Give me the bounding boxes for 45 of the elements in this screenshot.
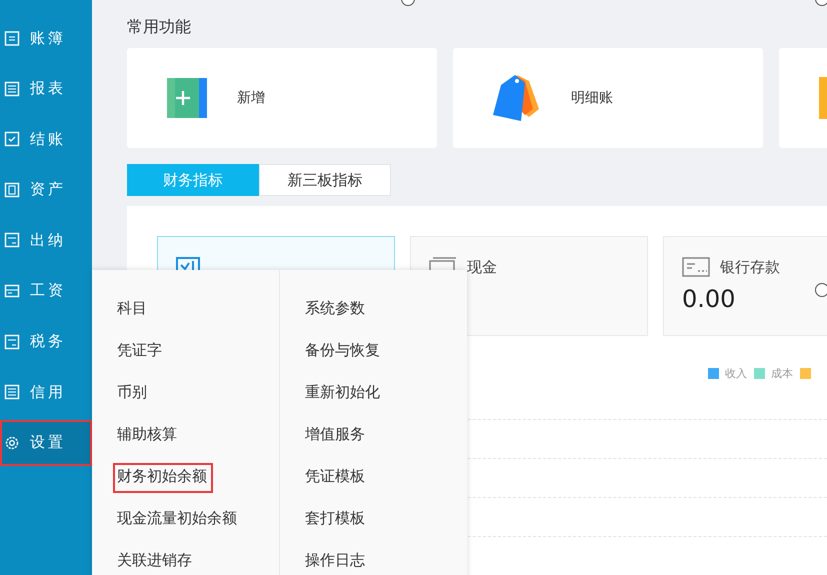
menu-item[interactable]: 重新初始化 <box>304 382 466 424</box>
add-icon <box>167 78 207 118</box>
sidebar-item[interactable]: 结账 <box>0 116 92 162</box>
document-icon <box>4 282 20 299</box>
menu-item[interactable]: 凭证模板 <box>304 466 466 508</box>
sidebar-item[interactable]: 税务 <box>0 318 92 365</box>
document-icon <box>4 384 20 400</box>
function-card[interactable]: 明细账 <box>453 48 763 148</box>
menu-item[interactable]: 套打模板 <box>304 508 466 550</box>
section-title: 常用功能 <box>127 17 191 38</box>
tags-icon <box>493 73 541 123</box>
sidebar-item[interactable]: 设置 <box>0 420 92 466</box>
legend-label: 收入 <box>725 366 747 381</box>
metric-title: 现金 <box>467 258 497 276</box>
document-icon <box>4 334 20 350</box>
menu-item[interactable]: 凭证字 <box>116 340 279 382</box>
sidebar-item[interactable]: 出纳 <box>0 217 92 264</box>
sidebar-item[interactable]: 工资 <box>0 268 92 314</box>
settings-icon <box>4 434 20 451</box>
metric-card[interactable]: 银行存款 0.00 <box>663 236 827 336</box>
document-icon <box>4 232 20 248</box>
metric-value: 0.00 <box>682 285 736 313</box>
sidebar-item[interactable]: 报表 <box>0 66 92 112</box>
sidebar-item[interactable]: 信用 <box>0 369 92 416</box>
menu-item[interactable]: 增值服务 <box>304 424 466 466</box>
menu-item[interactable]: 现金流量初始余额 <box>116 508 279 550</box>
menu-item[interactable]: 关联进销存 <box>116 550 279 575</box>
document-icon <box>4 30 20 46</box>
menu-item[interactable]: 科目 <box>116 298 279 340</box>
book-icon <box>819 77 827 119</box>
document-icon <box>4 131 20 148</box>
menu-item[interactable]: 辅助核算 <box>116 424 279 466</box>
menu-item[interactable]: 备份与恢复 <box>304 340 466 382</box>
menu-item[interactable]: 币别 <box>116 382 279 424</box>
function-card[interactable]: 新增 <box>127 48 437 148</box>
document-icon <box>4 182 20 198</box>
sidebar-item[interactable]: 账簿 <box>0 15 92 61</box>
metric-title: 银行存款 <box>720 258 780 276</box>
document-icon <box>4 80 20 97</box>
menu-item[interactable]: 操作日志 <box>304 550 466 575</box>
tab[interactable]: 新三板指标 <box>259 164 391 196</box>
menu-item[interactable]: 财务初始余额 <box>116 466 279 508</box>
legend-label: 成本 <box>771 366 793 381</box>
bank-card-icon <box>682 257 710 277</box>
sidebar-item[interactable]: 资产 <box>0 166 92 213</box>
